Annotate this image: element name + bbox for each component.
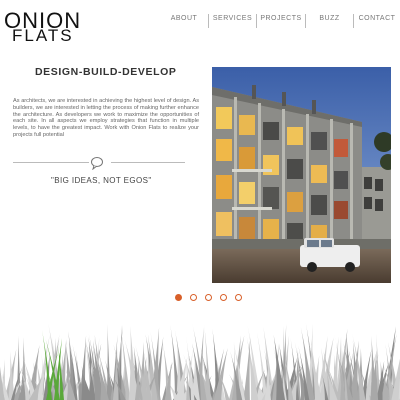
slider-dot-1[interactable] <box>175 294 182 301</box>
intro-paragraph: As architects, we are interested in achi… <box>13 98 199 138</box>
slider-dot-5[interactable] <box>235 294 242 301</box>
grass-footer-illustration <box>0 320 400 400</box>
divider-line-left <box>13 162 89 163</box>
slider-dot-3[interactable] <box>205 294 212 301</box>
hero-building-image <box>212 67 391 283</box>
slider-pagination <box>175 294 250 301</box>
main-nav: ABOUT SERVICES PROJECTS BUZZ CONTACT <box>160 14 400 28</box>
grass-blade <box>243 336 251 400</box>
grass-blade <box>106 324 111 400</box>
slider-dot-4[interactable] <box>220 294 227 301</box>
slider-dot-2[interactable] <box>190 294 197 301</box>
nav-item-projects[interactable]: PROJECTS <box>257 14 305 28</box>
tagline-quote: "BIG IDEAS, NOT EGOS" <box>51 176 152 185</box>
divider-line-right <box>111 162 185 163</box>
logo-text-flats: FLATS <box>12 26 74 45</box>
nav-item-services[interactable]: SERVICES <box>209 14 256 28</box>
onion-flats-logo[interactable]: ONION FLATS <box>4 10 80 50</box>
nav-item-contact[interactable]: CONTACT <box>354 14 400 28</box>
speech-bubble-icon <box>90 156 104 171</box>
nav-item-about[interactable]: ABOUT <box>160 14 208 28</box>
nav-item-buzz[interactable]: BUZZ <box>306 14 353 28</box>
page-headline: DESIGN-BUILD-DEVELOP <box>35 66 177 78</box>
